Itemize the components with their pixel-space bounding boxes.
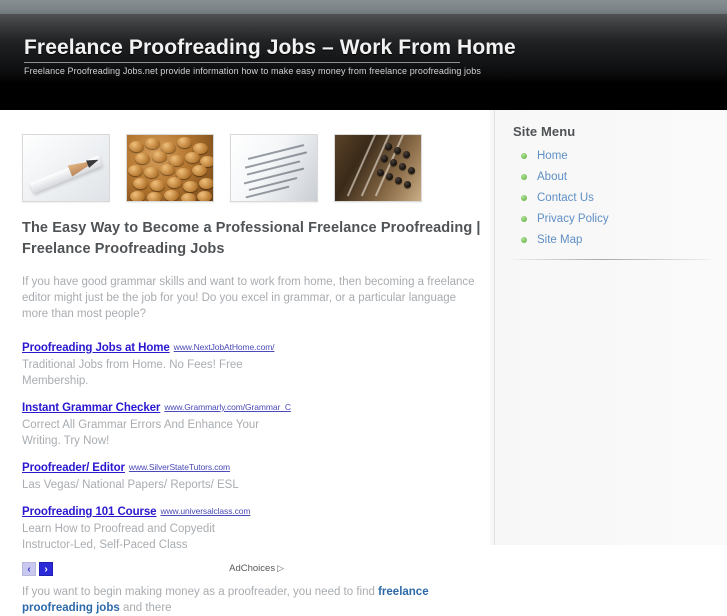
- sidebar-item-about[interactable]: About: [513, 166, 711, 187]
- sidebar: Site Menu Home About Contact Us Privacy …: [494, 110, 727, 545]
- ad-headline-link[interactable]: Instant Grammar Checker: [22, 402, 160, 414]
- sidebar-menu: Home About Contact Us Privacy Policy Sit…: [513, 145, 711, 250]
- title-underline-rule: [24, 62, 460, 63]
- header-inner: Freelance Proofreading Jobs – Work From …: [24, 36, 516, 77]
- adchoices-label: AdChoices: [229, 563, 276, 574]
- ad-next-button[interactable]: ›: [39, 562, 53, 576]
- ad-prev-button[interactable]: ‹: [22, 562, 36, 576]
- abacus-photo: [334, 134, 422, 202]
- intro-paragraph: If you have good grammar skills and want…: [22, 276, 475, 320]
- site-header: Freelance Proofreading Jobs – Work From …: [0, 14, 727, 110]
- ad-url-link[interactable]: www.SilverStateTutors.com: [129, 462, 230, 472]
- ad-url-link[interactable]: www.Grammarly.com/Grammar_C: [164, 402, 291, 412]
- ad-headline-link[interactable]: Proofreading 101 Course: [22, 506, 157, 518]
- sidebar-heading: Site Menu: [513, 124, 576, 139]
- bullet-icon: [521, 194, 527, 201]
- page: Freelance Proofreading Jobs – Work From …: [0, 0, 727, 614]
- closing-paragraph: If you want to begin making money as a p…: [22, 584, 482, 616]
- content-body: The Easy Way to Become a Professional Fr…: [22, 218, 482, 616]
- ad-description: Las Vegas/ National Papers/ Reports/ ESL: [22, 479, 239, 491]
- bullet-icon: [521, 215, 527, 222]
- sidebar-divider: [513, 259, 711, 260]
- sidebar-item-label: Contact Us: [537, 191, 594, 204]
- sidebar-item-label: About: [537, 170, 568, 183]
- site-title[interactable]: Freelance Proofreading Jobs – Work From …: [24, 36, 516, 60]
- ad-item: Proofreading 101 Course www.universalclas…: [22, 502, 482, 553]
- sidebar-item-privacy-policy[interactable]: Privacy Policy: [513, 208, 711, 229]
- adchoices-link[interactable]: AdChoices ▷: [229, 563, 284, 574]
- bullet-icon: [521, 173, 527, 180]
- ad-item: Instant Grammar Checker www.Grammarly.com…: [22, 398, 482, 449]
- printed-page-photo: [230, 134, 318, 202]
- ad-headline-link[interactable]: Proofreading Jobs at Home: [22, 342, 170, 354]
- closing-text-after: and there: [119, 602, 172, 614]
- content-column: The Easy Way to Become a Professional Fr…: [0, 110, 494, 614]
- ad-description: Correct All Grammar Errors And Enhance Y…: [22, 419, 260, 447]
- ad-url-link[interactable]: www.universalclass.com: [160, 506, 250, 516]
- bullet-icon: [521, 152, 527, 159]
- browser-top-strip: [0, 0, 727, 14]
- pencil-photo: [22, 134, 110, 202]
- sidebar-item-label: Site Map: [537, 233, 583, 246]
- closing-text-before: If you want to begin making money as a p…: [22, 586, 379, 598]
- ad-item: Proofreader/ Editor www.SilverStateTutors…: [22, 458, 482, 493]
- ad-description: Traditional Jobs from Home. No Fees! Fre…: [22, 359, 243, 387]
- coins-photo: [126, 134, 214, 202]
- site-tagline: Freelance Proofreading Jobs.net provide …: [24, 66, 481, 76]
- bullet-icon: [521, 236, 527, 243]
- banner-image-row: [22, 134, 422, 202]
- sidebar-item-label: Privacy Policy: [537, 212, 609, 225]
- ad-block: Proofreading Jobs at Home www.NextJobAtHo…: [22, 338, 482, 578]
- page-columns: The Easy Way to Become a Professional Fr…: [0, 110, 727, 614]
- sidebar-item-home[interactable]: Home: [513, 145, 711, 166]
- sidebar-item-site-map[interactable]: Site Map: [513, 229, 711, 250]
- adchoices-arrow-icon: ▷: [277, 563, 284, 573]
- ad-description: Learn How to Proofread and Copyedit Inst…: [22, 523, 216, 551]
- ad-url-link[interactable]: www.NextJobAtHome.com/: [174, 342, 275, 352]
- page-title: The Easy Way to Become a Professional Fr…: [22, 220, 481, 257]
- sidebar-item-label: Home: [537, 149, 568, 162]
- ad-headline-link[interactable]: Proofreader/ Editor: [22, 462, 125, 474]
- ad-footer: ‹ › AdChoices ▷: [22, 562, 284, 578]
- sidebar-item-contact-us[interactable]: Contact Us: [513, 187, 711, 208]
- ad-item: Proofreading Jobs at Home www.NextJobAtHo…: [22, 338, 482, 389]
